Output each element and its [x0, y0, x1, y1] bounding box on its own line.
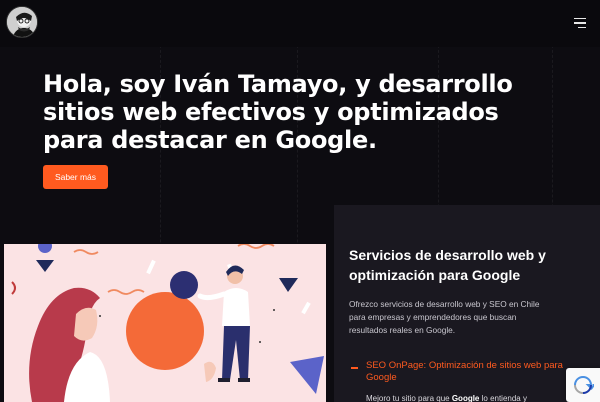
services-description: Ofrezco servicios de desarrollo web y SE… [349, 299, 540, 335]
avatar[interactable] [6, 6, 38, 38]
dash-icon [351, 367, 358, 369]
hero-illustration [4, 244, 326, 402]
web-design-illustration [4, 244, 326, 402]
services-title: Servicios de desarrollo web y optimizaci… [349, 247, 546, 283]
service-item-description: Mejoro tu sitio para que Google lo entie… [366, 394, 527, 402]
recaptcha-badge[interactable] [566, 368, 600, 402]
service-item-label: SEO OnPage: Optimización de sitios web p… [366, 360, 563, 383]
saber-mas-button[interactable]: Saber más [43, 165, 108, 189]
service-item-description-bold: Google [451, 394, 480, 402]
service-item-description-suffix: lo entienda y [479, 394, 527, 402]
service-item-description-prefix: Mejoro tu sitio para que [366, 394, 452, 402]
recaptcha-icon [574, 376, 594, 394]
hamburger-menu-icon[interactable] [564, 12, 586, 34]
top-navbar [0, 0, 600, 47]
hero-title: Hola, soy Iván Tamayo, y desarrollo siti… [43, 70, 513, 154]
service-item-seo-onpage[interactable]: SEO OnPage: Optimización de sitios web p… [351, 360, 591, 384]
avatar-portrait-icon [7, 7, 37, 37]
